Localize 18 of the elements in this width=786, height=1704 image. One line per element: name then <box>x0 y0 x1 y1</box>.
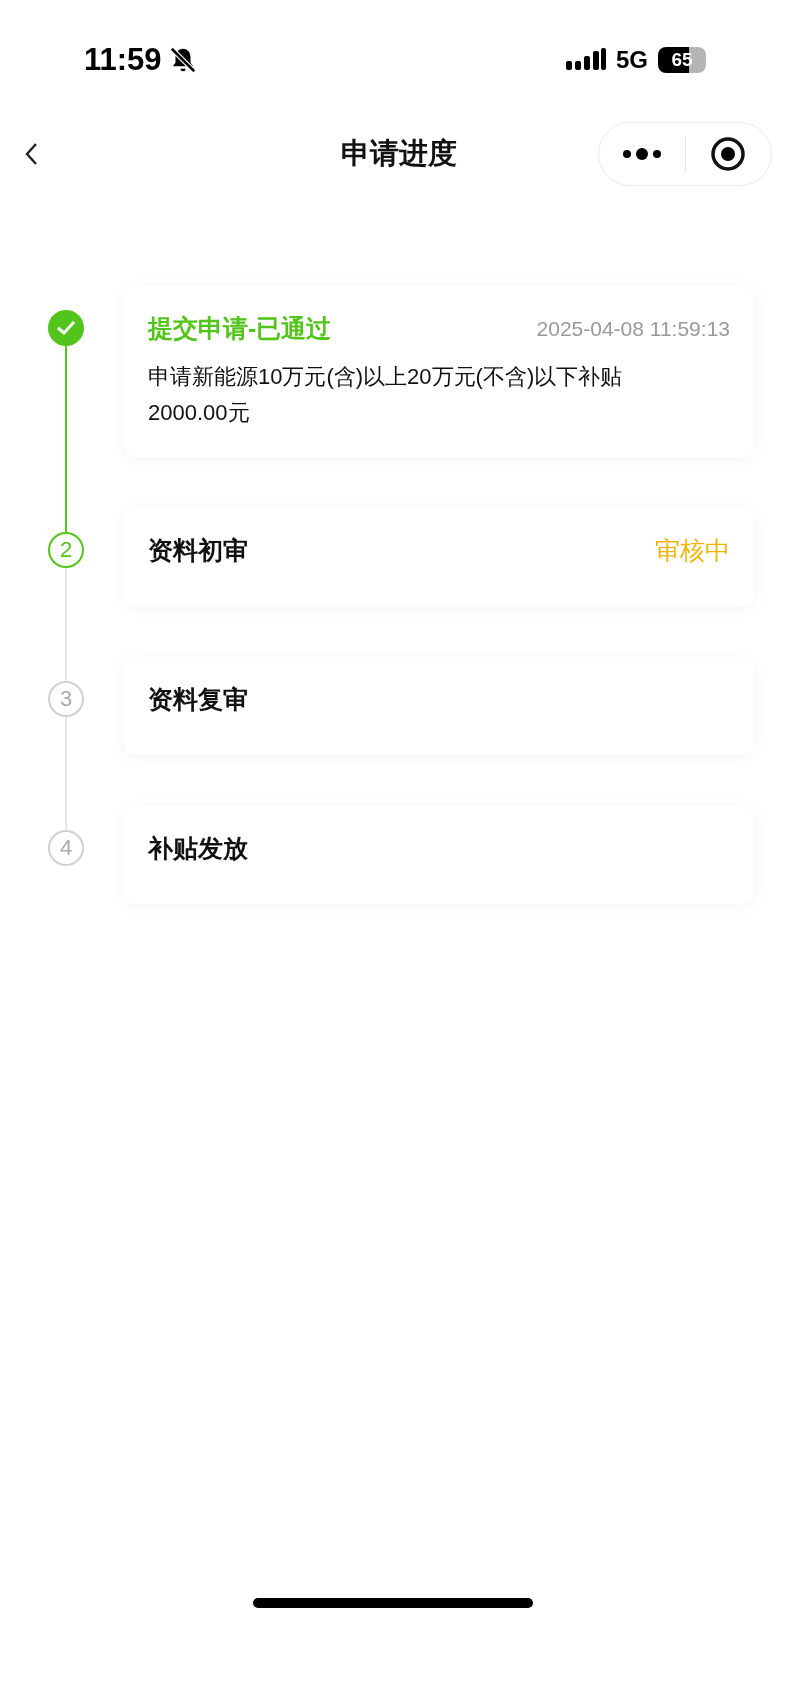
step-number: 4 <box>59 835 73 861</box>
back-chevron-icon <box>24 142 38 166</box>
network-label: 5G <box>616 46 648 74</box>
step-title: 资料初审 <box>148 535 248 566</box>
step-title: 资料复审 <box>148 684 248 715</box>
step-title: 补贴发放 <box>148 833 248 864</box>
step-title: 提交申请-已通过 <box>148 313 332 344</box>
step-status: 审核中 <box>655 535 730 566</box>
status-time: 11:59 <box>84 42 162 78</box>
target-icon <box>710 136 747 172</box>
step-detail: 申请新能源10万元(含)以上20万元(不含)以下补贴2000.00元 <box>148 363 624 427</box>
step-time: 2025-04-08 11:59:13 <box>536 316 730 341</box>
page-title: 申请进度 <box>340 136 458 171</box>
step-number: 3 <box>59 686 73 712</box>
more-dots-icon <box>621 146 662 162</box>
signal-icon <box>566 48 606 72</box>
check-icon <box>56 320 76 336</box>
step-number: 2 <box>59 537 73 563</box>
